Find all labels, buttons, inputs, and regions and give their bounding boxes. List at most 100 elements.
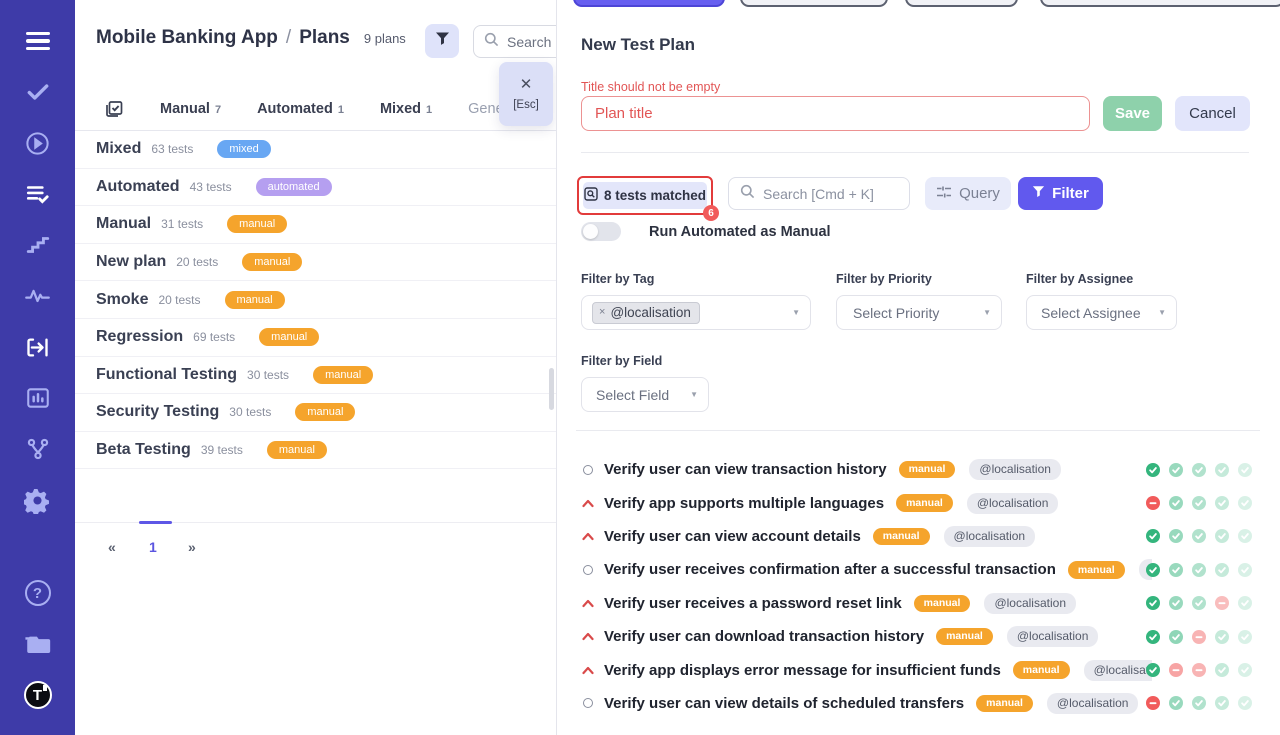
status-passed-icon[interactable]: [1169, 529, 1183, 543]
menu-icon[interactable]: [21, 24, 55, 58]
status-passed-icon[interactable]: [1215, 496, 1229, 510]
test-tag-chip[interactable]: @localisation: [944, 526, 1036, 547]
tab-automated[interactable]: Automated1: [257, 101, 344, 117]
pagination-prev[interactable]: «: [108, 539, 116, 555]
status-passed-icon[interactable]: [1215, 529, 1229, 543]
tab-manual[interactable]: Manual7: [160, 101, 221, 117]
status-passed-icon[interactable]: [1146, 663, 1160, 677]
plan-row[interactable]: New plan20 testsmanual: [75, 244, 556, 282]
status-passed-icon[interactable]: [1238, 696, 1252, 710]
top-cropped-button[interactable]: [1040, 0, 1280, 7]
tests-matched-button[interactable]: 8 tests matched: [583, 182, 707, 209]
tab-mixed[interactable]: Mixed1: [380, 101, 432, 117]
test-row[interactable]: Verify user can view transaction history…: [581, 453, 1252, 486]
status-passed-icon[interactable]: [1169, 463, 1183, 477]
plan-name[interactable]: Beta Testing: [96, 441, 191, 459]
run-automated-as-manual-toggle[interactable]: [581, 222, 621, 241]
save-button[interactable]: Save: [1103, 96, 1162, 131]
status-passed-icon[interactable]: [1215, 563, 1229, 577]
top-cropped-button-active[interactable]: [573, 0, 725, 7]
plan-row[interactable]: Mixed63 testsmixed: [75, 131, 556, 169]
status-failed-icon[interactable]: [1146, 696, 1160, 710]
status-passed-icon[interactable]: [1215, 663, 1229, 677]
test-title[interactable]: Verify app supports multiple languages: [604, 495, 884, 512]
status-failed-icon[interactable]: [1215, 596, 1229, 610]
status-passed-icon[interactable]: [1238, 463, 1252, 477]
plan-name[interactable]: Functional Testing: [96, 366, 237, 384]
status-passed-icon[interactable]: [1192, 696, 1206, 710]
plan-name[interactable]: Smoke: [96, 291, 148, 309]
test-row[interactable]: Verify user can view account detailsmanu…: [581, 520, 1252, 553]
status-passed-icon[interactable]: [1146, 563, 1160, 577]
plan-row[interactable]: Security Testing30 testsmanual: [75, 394, 556, 432]
cancel-button[interactable]: Cancel: [1175, 96, 1250, 131]
test-title[interactable]: Verify user can view details of schedule…: [604, 695, 964, 712]
status-passed-icon[interactable]: [1169, 696, 1183, 710]
plan-row[interactable]: Automated43 testsautomated: [75, 169, 556, 207]
filter-button[interactable]: Filter: [1018, 177, 1103, 210]
query-button[interactable]: Query: [925, 177, 1011, 210]
test-row[interactable]: Verify user can download transaction his…: [581, 620, 1252, 653]
status-passed-icon[interactable]: [1238, 496, 1252, 510]
plans-search-input[interactable]: Search: [473, 25, 557, 58]
status-passed-icon[interactable]: [1192, 596, 1206, 610]
status-failed-icon[interactable]: [1192, 663, 1206, 677]
test-tag-chip[interactable]: @localisation: [984, 593, 1076, 614]
test-tag-chip[interactable]: @localisation: [969, 459, 1061, 480]
status-passed-icon[interactable]: [1146, 596, 1160, 610]
status-passed-icon[interactable]: [1238, 563, 1252, 577]
plan-name[interactable]: Regression: [96, 328, 183, 346]
logo[interactable]: T: [21, 678, 55, 712]
runs-icon[interactable]: [21, 126, 55, 160]
plan-name[interactable]: Manual: [96, 215, 151, 233]
test-title[interactable]: Verify user can view transaction history: [604, 461, 887, 478]
test-title[interactable]: Verify user can view account details: [604, 528, 861, 545]
status-failed-icon[interactable]: [1192, 630, 1206, 644]
breadcrumb-section[interactable]: Plans: [299, 27, 350, 49]
plan-row[interactable]: Beta Testing39 testsmanual: [75, 432, 556, 470]
status-passed-icon[interactable]: [1146, 463, 1160, 477]
help-icon[interactable]: ?: [21, 576, 55, 610]
tests-icon[interactable]: [21, 75, 55, 109]
test-title[interactable]: Verify app displays error message for in…: [604, 662, 1001, 679]
priority-select[interactable]: Select Priority▼: [836, 295, 1002, 330]
status-passed-icon[interactable]: [1192, 563, 1206, 577]
status-passed-icon[interactable]: [1169, 563, 1183, 577]
status-passed-icon[interactable]: [1238, 663, 1252, 677]
steps-icon[interactable]: [21, 228, 55, 262]
plan-name[interactable]: New plan: [96, 253, 166, 271]
assignee-select[interactable]: Select Assignee▼: [1026, 295, 1177, 330]
select-all-plans-icon[interactable]: [104, 99, 124, 119]
status-passed-icon[interactable]: [1238, 630, 1252, 644]
plan-name[interactable]: Security Testing: [96, 403, 219, 421]
test-row[interactable]: Verify user receives confirmation after …: [581, 553, 1252, 586]
settings-icon[interactable]: [21, 483, 55, 517]
plan-row[interactable]: Manual31 testsmanual: [75, 206, 556, 244]
test-plans-icon[interactable]: [21, 177, 55, 211]
tests-search-input[interactable]: Search [Cmd + K]: [728, 177, 910, 210]
status-passed-icon[interactable]: [1238, 596, 1252, 610]
import-icon[interactable]: [21, 330, 55, 364]
projects-icon[interactable]: [21, 627, 55, 661]
plan-row[interactable]: Regression69 testsmanual: [75, 319, 556, 357]
plans-filter-button[interactable]: [425, 24, 459, 58]
pulse-icon[interactable]: [21, 279, 55, 313]
plan-name[interactable]: Mixed: [96, 140, 141, 158]
status-passed-icon[interactable]: [1192, 496, 1206, 510]
scrollbar-thumb[interactable]: [549, 368, 554, 410]
plan-name[interactable]: Automated: [96, 178, 180, 196]
status-passed-icon[interactable]: [1169, 596, 1183, 610]
status-passed-icon[interactable]: [1146, 630, 1160, 644]
plan-row[interactable]: Smoke20 testsmanual: [75, 281, 556, 319]
test-row[interactable]: Verify app displays error message for in…: [581, 653, 1252, 686]
pagination-next[interactable]: »: [188, 539, 196, 555]
status-passed-icon[interactable]: [1215, 630, 1229, 644]
test-tag-chip[interactable]: @localisation: [967, 493, 1059, 514]
test-row[interactable]: Verify app supports multiple languagesma…: [581, 486, 1252, 519]
status-passed-icon[interactable]: [1169, 630, 1183, 644]
status-passed-icon[interactable]: [1169, 496, 1183, 510]
branch-icon[interactable]: [21, 432, 55, 466]
remove-tag-icon[interactable]: ×: [599, 306, 605, 318]
status-passed-icon[interactable]: [1238, 529, 1252, 543]
analytics-icon[interactable]: [21, 381, 55, 415]
